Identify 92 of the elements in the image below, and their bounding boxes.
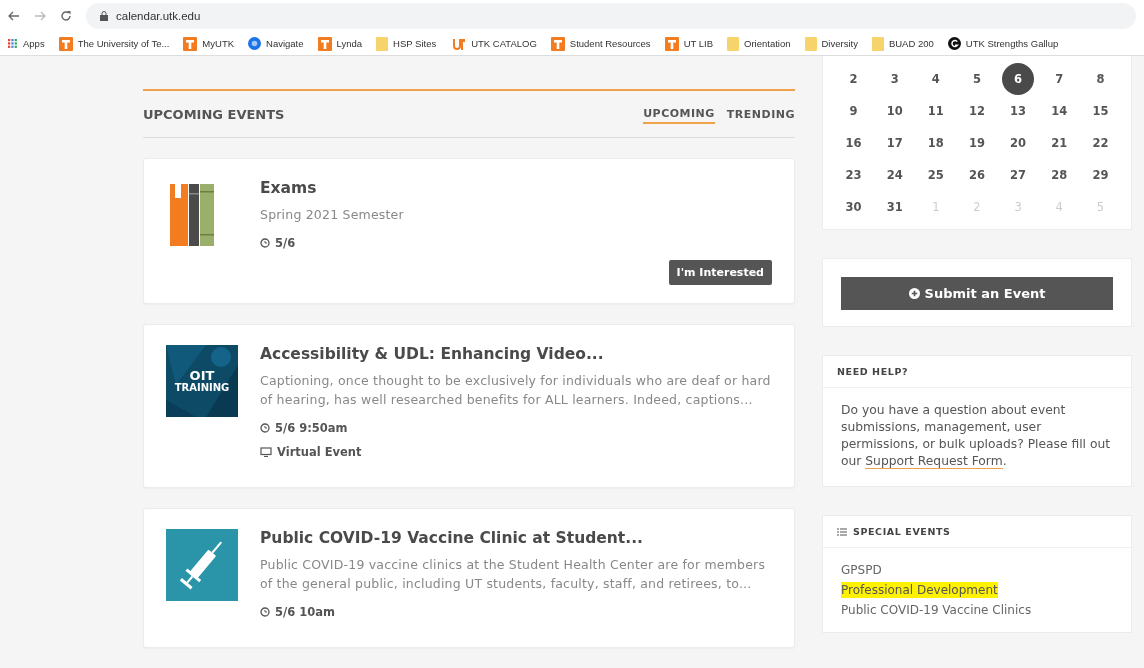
apps-grid-icon: [8, 38, 18, 49]
interested-button[interactable]: I'm Interested: [668, 260, 772, 285]
special-event-link[interactable]: Professional Development: [841, 582, 998, 598]
bookmark[interactable]: Diversity: [804, 36, 858, 51]
t-logo-icon: [58, 36, 73, 51]
monitor-icon: [260, 447, 272, 457]
thumbnail-text: TRAINING: [174, 382, 230, 394]
panel-heading: NEED HELP?: [837, 366, 909, 377]
list-icon: [837, 527, 847, 536]
calendar-day[interactable]: 15: [1084, 97, 1117, 125]
bookmark[interactable]: Lynda: [317, 36, 363, 51]
calendar-day[interactable]: 3: [878, 65, 911, 93]
event-title[interactable]: Accessibility & UDL: Enhancing Video...: [260, 345, 772, 363]
calendar-day[interactable]: 2: [837, 65, 870, 93]
bookmark[interactable]: Apps: [8, 38, 45, 49]
calendar-day[interactable]: 6: [1002, 63, 1035, 95]
folder-icon: [871, 36, 884, 51]
calendar-day[interactable]: 24: [878, 161, 911, 189]
t-logo-icon: [664, 36, 679, 51]
lock-icon: [100, 11, 108, 21]
url-text: calendar.utk.edu: [116, 10, 201, 22]
event-title[interactable]: Exams: [260, 179, 772, 197]
clock-icon: [260, 423, 270, 433]
t-logo-icon: [183, 36, 198, 51]
calendar-day[interactable]: 14: [1043, 97, 1076, 125]
calendar-day[interactable]: 12: [961, 97, 993, 125]
reload-icon[interactable]: [60, 10, 72, 22]
event-location: Virtual Event: [277, 445, 362, 459]
folder-icon: [804, 36, 817, 51]
bookmark[interactable]: The University of Te...: [58, 36, 170, 51]
special-event-link[interactable]: GPSPD: [841, 562, 882, 578]
calendar-day[interactable]: 8: [1084, 65, 1117, 93]
support-link[interactable]: Support Request Form: [865, 454, 1003, 469]
bookmark[interactable]: Orientation: [727, 36, 791, 51]
clock-icon: [260, 238, 270, 248]
catalog-logo-icon: [450, 37, 467, 50]
calendar-day[interactable]: 4: [919, 65, 952, 93]
calendar-day[interactable]: 11: [919, 97, 952, 125]
folder-icon: [727, 36, 739, 51]
calendar-day[interactable]: 23: [837, 161, 870, 189]
calendar-day[interactable]: 25: [919, 161, 952, 189]
section-heading: UPCOMING EVENTS: [143, 106, 285, 122]
event-time: 5/6 9:50am: [275, 421, 348, 435]
calendar-day[interactable]: 5: [961, 65, 993, 93]
clock-icon: [260, 607, 270, 617]
event-description: Public COVID-19 vaccine clinics at the Student Health Center are for members of the general public, including UT students, faculty, staff, and retirees, to...: [260, 556, 767, 593]
calendar-day[interactable]: 30: [837, 193, 870, 221]
calendar-day[interactable]: 7: [1043, 65, 1076, 93]
tab[interactable]: UPCOMING: [643, 104, 715, 124]
back-icon[interactable]: [8, 11, 20, 21]
calendar-day[interactable]: 22: [1084, 129, 1117, 157]
thumbnail-text: OIT: [189, 368, 215, 383]
bookmark[interactable]: MyUTK: [183, 36, 235, 51]
calendar-day[interactable]: 21: [1043, 129, 1076, 157]
calendar-day[interactable]: 17: [878, 129, 911, 157]
calendar-day[interactable]: 20: [1002, 129, 1035, 157]
calendar-day[interactable]: 28: [1043, 161, 1076, 189]
bookmark[interactable]: UTK Strengths Gallup: [947, 37, 1059, 50]
calendar-day[interactable]: 9: [837, 97, 870, 125]
folder-icon: [376, 36, 389, 51]
calendar-day[interactable]: 31: [878, 193, 911, 221]
bookmark[interactable]: UTK CATALOG: [450, 37, 537, 50]
event-time: 5/6: [275, 236, 296, 250]
t-logo-icon: [550, 36, 565, 51]
t-logo-icon: [317, 36, 332, 51]
special-event-link[interactable]: Public COVID-19 Vaccine Clinics: [841, 602, 1032, 618]
event-time: 5/6 10am: [275, 605, 335, 619]
address-bar[interactable]: calendar.utk.edu: [86, 3, 1136, 29]
calendar-day[interactable]: 18: [919, 129, 952, 157]
calendar-day[interactable]: 19: [961, 129, 993, 157]
event-description: Spring 2021 Semester: [260, 206, 405, 224]
bookmark[interactable]: Navigate: [248, 37, 304, 50]
calendar-day[interactable]: 13: [1002, 97, 1035, 125]
calendar-day[interactable]: 27: [1002, 161, 1035, 189]
bookmark[interactable]: HSP Sites: [376, 36, 437, 51]
bookmark[interactable]: BUAD 200: [871, 36, 934, 51]
circle-logo-icon: [248, 37, 262, 50]
help-text: Do you have a question about event submissions, management, user permissions, or bulk uploads? Please fill out our Support Request Form.: [840, 402, 1112, 471]
calendar-day[interactable]: 16: [837, 129, 870, 157]
bookmark[interactable]: Student Resources: [550, 36, 651, 51]
bookmark[interactable]: UT LIB: [664, 36, 713, 51]
gallup-logo-icon: [947, 37, 961, 50]
submit-event-button[interactable]: Submit an Event: [841, 277, 1113, 310]
calendar-day[interactable]: 26: [961, 161, 993, 189]
syringe-icon: [166, 529, 238, 601]
plus-circle-icon: [908, 288, 920, 299]
calendar-day[interactable]: 29: [1084, 161, 1117, 189]
calendar-day[interactable]: 10: [878, 97, 911, 125]
panel-heading: SPECIAL EVENTS: [853, 526, 951, 537]
tab[interactable]: TRENDING: [726, 104, 795, 124]
event-title[interactable]: Public COVID-19 Vaccine Clinic at Student...: [260, 529, 772, 547]
event-description: Captioning, once thought to be exclusively for individuals who are deaf or hard of hearing, has well researched benefits for ALL learners. Indeed, captions...: [260, 372, 772, 409]
